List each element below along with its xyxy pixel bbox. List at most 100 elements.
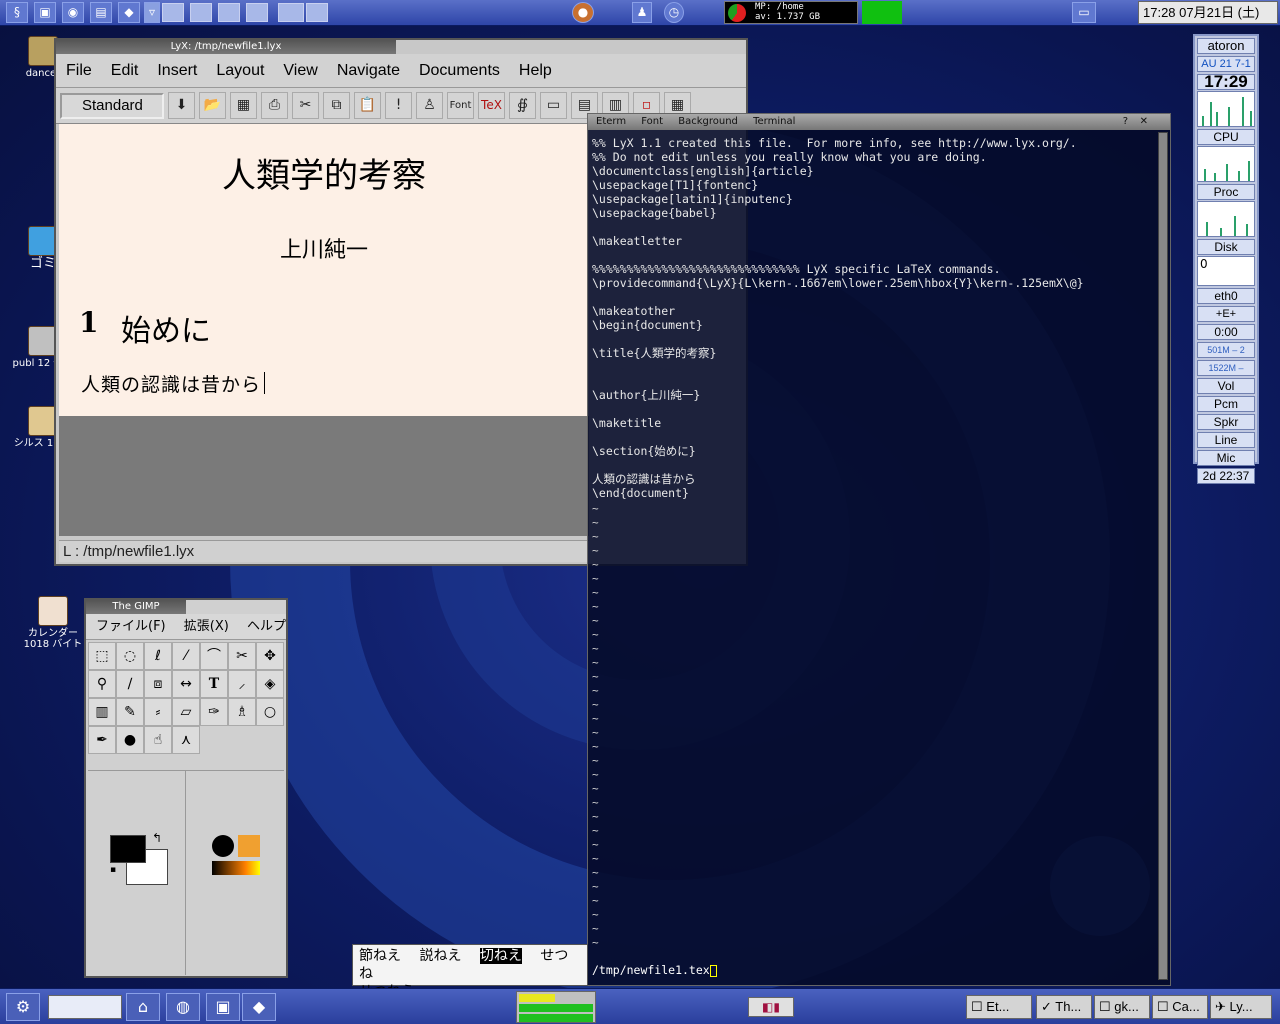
rect-select-icon[interactable]: ⬚ bbox=[88, 642, 116, 670]
menu-arrow-icon[interactable]: ▿ bbox=[144, 2, 160, 23]
eraser-icon[interactable]: ▱ bbox=[172, 698, 200, 726]
brush-icon[interactable] bbox=[212, 835, 234, 857]
gimp-titlebar[interactable]: The GIMP bbox=[86, 600, 186, 614]
lyx-titlebar[interactable]: LyX: /tmp/newfile1.lyx bbox=[56, 40, 396, 54]
dodge-icon[interactable]: ● bbox=[116, 726, 144, 754]
gradient-icon[interactable]: ▥ bbox=[88, 698, 116, 726]
save-icon[interactable]: ▦ bbox=[230, 92, 257, 119]
eterm-menu-font[interactable]: Font bbox=[641, 116, 663, 127]
home-icon[interactable]: ⌂ bbox=[126, 993, 160, 1021]
zoom-icon[interactable]: ⚲ bbox=[88, 670, 116, 698]
math-icon[interactable]: ∯ bbox=[509, 92, 536, 119]
bezier-icon[interactable]: ⌒ bbox=[200, 642, 228, 670]
move-icon[interactable]: ✥ bbox=[256, 642, 284, 670]
gimp-menu-file[interactable]: ファイル(F) bbox=[96, 619, 166, 634]
workspace-4[interactable] bbox=[246, 3, 268, 22]
paintbrush-icon[interactable]: ⸗ bbox=[144, 698, 172, 726]
gimp-menu-xtns[interactable]: 拡張(X) bbox=[184, 619, 229, 634]
gradient-swatch[interactable] bbox=[212, 861, 260, 875]
flip-icon[interactable]: ↔ bbox=[172, 670, 200, 698]
gimp-toolbox[interactable]: The GIMP ファイル(F) 拡張(X) ヘルプ ⬚ ◌ ℓ ⁄ ⌒ ✂ ✥… bbox=[84, 598, 288, 978]
ime-candidate[interactable]: 節ねえ bbox=[359, 948, 401, 964]
workspace-6[interactable] bbox=[306, 3, 328, 22]
menu-documents[interactable]: Documents bbox=[419, 62, 500, 80]
help-icon[interactable]: ? bbox=[1123, 114, 1128, 130]
terminal-icon[interactable]: ▤ bbox=[90, 2, 112, 23]
gem-icon[interactable]: ◆ bbox=[118, 2, 140, 23]
noun-icon[interactable]: ♙ bbox=[416, 92, 443, 119]
lyx-document-area[interactable]: 人類学的考察 上川純一 1 始めに 人類の認識は昔から bbox=[59, 124, 589, 416]
text-tool-icon[interactable]: T bbox=[200, 670, 228, 698]
gem-icon[interactable]: ◆ bbox=[242, 993, 276, 1021]
menu-layout[interactable]: Layout bbox=[216, 62, 264, 80]
transform-icon[interactable]: ⧈ bbox=[144, 670, 172, 698]
runner-icon[interactable]: ♟ bbox=[632, 2, 652, 23]
pcm-slider[interactable]: Pcm bbox=[1197, 396, 1255, 412]
run-input[interactable] bbox=[48, 995, 122, 1019]
workspace-5[interactable] bbox=[278, 3, 304, 22]
eterm-scrollbar[interactable] bbox=[1158, 132, 1168, 980]
clone-icon[interactable]: ♗ bbox=[228, 698, 256, 726]
menu-view[interactable]: View bbox=[283, 62, 317, 80]
menu-edit[interactable]: Edit bbox=[111, 62, 139, 80]
down-arrow-icon[interactable]: ⬇ bbox=[168, 92, 195, 119]
line-slider[interactable]: Line bbox=[1197, 432, 1255, 448]
eterm-menu-terminal[interactable]: Terminal bbox=[753, 116, 795, 127]
figure-icon[interactable]: ▭ bbox=[540, 92, 567, 119]
workspace-2[interactable] bbox=[190, 3, 212, 22]
open-icon[interactable]: 📂 bbox=[199, 92, 226, 119]
box-icon[interactable]: ▣ bbox=[34, 2, 56, 23]
color-picker-icon[interactable]: ⸝ bbox=[228, 670, 256, 698]
eterm-menu-background[interactable]: Background bbox=[678, 116, 738, 127]
clock-app-icon[interactable]: ◷ bbox=[664, 2, 684, 23]
globe-icon[interactable]: ◉ bbox=[62, 2, 84, 23]
menu-help[interactable]: Help bbox=[519, 62, 552, 80]
crop-icon[interactable]: ∕ bbox=[116, 670, 144, 698]
tex-button[interactable]: TeX bbox=[478, 92, 505, 119]
close-icon[interactable]: ✕ bbox=[1140, 114, 1148, 130]
task-gkrellm[interactable]: ☐ gk... bbox=[1094, 995, 1150, 1019]
airbrush-icon[interactable]: ✑ bbox=[200, 698, 228, 726]
magic-wand-icon[interactable]: ⁄ bbox=[172, 642, 200, 670]
workspace-1[interactable] bbox=[162, 3, 184, 22]
reset-colors-icon[interactable]: ▪ bbox=[110, 865, 116, 875]
monitor-icon[interactable]: ▣ bbox=[206, 993, 240, 1021]
lasso-icon[interactable]: ℓ bbox=[144, 642, 172, 670]
mic-slider[interactable]: Mic bbox=[1197, 450, 1255, 466]
desktop-icon-calendar[interactable]: カレンダー 1018 バイト bbox=[16, 596, 90, 650]
copy-icon[interactable]: ⧉ bbox=[323, 92, 350, 119]
font-button[interactable]: Font bbox=[447, 92, 474, 119]
workspace-3[interactable] bbox=[218, 3, 240, 22]
battery-icon[interactable]: ◧▮ bbox=[748, 997, 794, 1017]
foreground-color-swatch[interactable] bbox=[110, 835, 146, 863]
measure-icon[interactable]: ⋏ bbox=[172, 726, 200, 754]
task-calendar[interactable]: ☐ Ca... bbox=[1152, 995, 1208, 1019]
panel-clock[interactable]: 17:28 07月21日 (土) bbox=[1138, 1, 1278, 24]
ime-candidate-window[interactable]: 節ねえ 説ねえ 切ねえ せつね せつねえ bbox=[352, 944, 588, 1000]
mozilla-icon[interactable]: ● bbox=[572, 2, 594, 23]
task-eterm[interactable]: ☐ Et... bbox=[966, 995, 1032, 1019]
menu-file[interactable]: File bbox=[66, 62, 92, 80]
ellipse-select-icon[interactable]: ◌ bbox=[116, 642, 144, 670]
screen-icon[interactable]: ▭ bbox=[1072, 2, 1096, 23]
ime-candidate[interactable]: 説ねえ bbox=[419, 948, 461, 964]
folder-icon[interactable]: § bbox=[6, 2, 28, 23]
pattern-icon[interactable] bbox=[238, 835, 260, 857]
print-icon[interactable]: ⎙ bbox=[261, 92, 288, 119]
swap-colors-icon[interactable]: ↰ bbox=[152, 831, 162, 845]
bucket-fill-icon[interactable]: ◈ bbox=[256, 670, 284, 698]
eterm-text-area[interactable]: %% LyX 1.1 created this file. For more i… bbox=[592, 136, 1152, 500]
menu-navigate[interactable]: Navigate bbox=[337, 62, 400, 80]
foot-menu-icon[interactable]: ⚙ bbox=[6, 993, 40, 1021]
eterm-menu-eterm[interactable]: Eterm bbox=[596, 116, 626, 127]
scissors-icon[interactable]: ✂ bbox=[228, 642, 256, 670]
task-gimp[interactable]: ✓ Th... bbox=[1036, 995, 1092, 1019]
eterm-window[interactable]: Eterm Font Background Terminal ? ✕ %% Ly… bbox=[587, 113, 1171, 986]
layout-select[interactable]: Standard bbox=[60, 92, 164, 119]
spkr-slider[interactable]: Spkr bbox=[1197, 414, 1255, 430]
ime-candidate-selected[interactable]: 切ねえ bbox=[479, 948, 522, 964]
task-lyx[interactable]: ✈ Ly... bbox=[1210, 995, 1272, 1019]
browser-icon[interactable]: ◍ bbox=[166, 993, 200, 1021]
ink-icon[interactable]: ✒ bbox=[88, 726, 116, 754]
vol-slider[interactable]: Vol bbox=[1197, 378, 1255, 394]
